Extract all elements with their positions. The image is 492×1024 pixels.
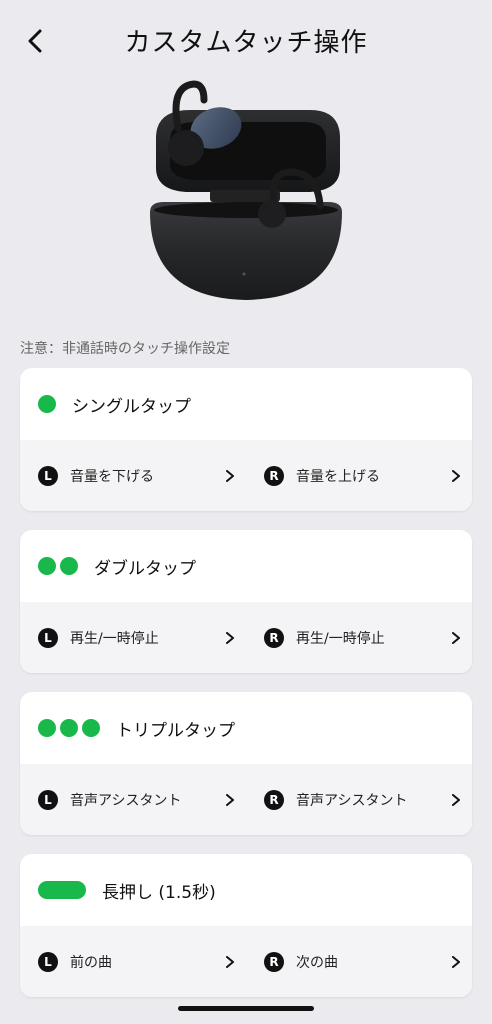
gesture-card-long-press: 長押し (1.5秒) L 前の曲 R 次の曲 [20,854,472,997]
home-indicator[interactable] [178,1006,314,1011]
gesture-label: ダブルタップ [94,558,196,579]
tap-dot [60,719,78,737]
gesture-actions: L 再生/一時停止 R 再生/一時停止 [20,602,472,673]
press-indicator [38,881,86,899]
chevron-right-icon [226,793,234,806]
right-action-label: 音量を上げる [296,468,380,485]
left-badge: L [38,465,58,486]
right-action-label: 音声アシスタント [296,792,408,809]
chevron-right-icon [452,955,460,968]
tap-dot [82,719,100,737]
gesture-header: ダブルタップ [20,530,472,602]
gesture-actions: L 音量を下げる R 音量を上げる [20,440,472,511]
left-badge: L [38,951,58,972]
tap-indicator [38,557,78,575]
right-action-label: 次の曲 [296,954,338,971]
left-action-label: 前の曲 [70,954,112,971]
left-action-row[interactable]: L 再生/一時停止 [20,602,246,673]
left-action-label: 再生/一時停止 [70,630,159,647]
left-badge: L [38,789,58,810]
chevron-right-icon [226,955,234,968]
tap-indicator [38,719,100,737]
gesture-label: 長押し (1.5秒) [102,882,216,903]
right-action-row[interactable]: R 音声アシスタント [246,764,472,835]
header: カスタムタッチ操作 [0,0,492,80]
chevron-right-icon [452,469,460,482]
page-title: カスタムタッチ操作 [124,28,368,58]
gesture-actions: L 前の曲 R 次の曲 [20,926,472,997]
gesture-card-single-tap: シングルタップ L 音量を下げる R 音量を上げる [20,368,472,511]
gesture-card-triple-tap: トリプルタップ L 音声アシスタント R 音声アシスタント [20,692,472,835]
right-action-row[interactable]: R 次の曲 [246,926,472,997]
gesture-label: トリプルタップ [116,720,235,741]
earbuds-case-image [150,80,342,300]
right-badge: R [264,465,284,486]
right-action-row[interactable]: R 音量を上げる [246,440,472,511]
chevron-right-icon [226,631,234,644]
right-badge: R [264,789,284,810]
gesture-actions: L 音声アシスタント R 音声アシスタント [20,764,472,835]
chevron-right-icon [452,793,460,806]
left-action-row[interactable]: L 音量を下げる [20,440,246,511]
left-badge: L [38,627,58,648]
right-action-label: 再生/一時停止 [296,630,385,647]
left-action-row[interactable]: L 音声アシスタント [20,764,246,835]
left-action-label: 音量を下げる [70,468,154,485]
tap-dot [60,557,78,575]
tap-dot [38,395,56,413]
gesture-header: シングルタップ [20,368,472,440]
chevron-right-icon [226,469,234,482]
tap-dot [38,719,56,737]
tap-indicator [38,395,56,413]
gesture-header: 長押し (1.5秒) [20,854,472,926]
chevron-right-icon [452,631,460,644]
left-action-row[interactable]: L 前の曲 [20,926,246,997]
left-action-label: 音声アシスタント [70,792,182,809]
note-text: 注意：非通話時のタッチ操作設定 [20,341,230,357]
gesture-card-double-tap: ダブルタップ L 再生/一時停止 R 再生/一時停止 [20,530,472,673]
gesture-label: シングルタップ [72,396,191,417]
right-badge: R [264,951,284,972]
right-action-row[interactable]: R 再生/一時停止 [246,602,472,673]
tap-dot [38,557,56,575]
gesture-header: トリプルタップ [20,692,472,764]
long-press-pill [38,881,86,899]
right-badge: R [264,627,284,648]
